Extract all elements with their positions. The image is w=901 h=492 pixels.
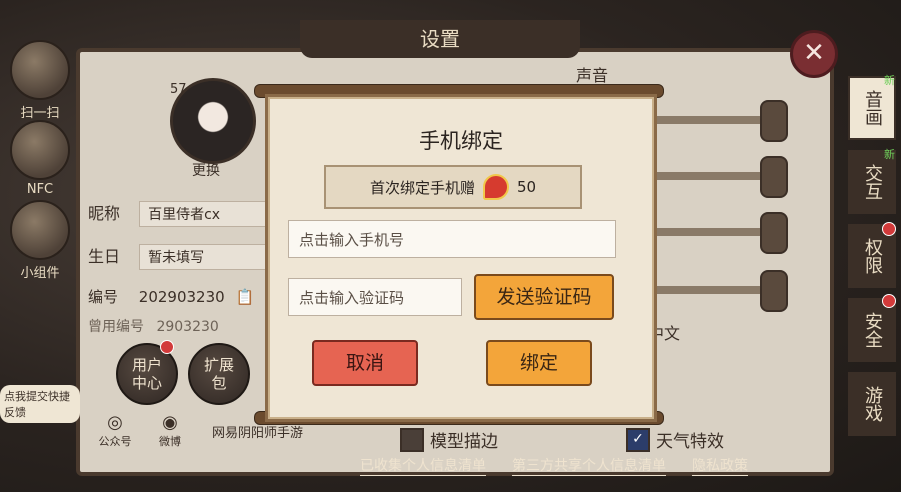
volume-slider-3[interactable] <box>640 228 780 236</box>
wechat-icon: ◎ <box>107 412 123 433</box>
bonus-amount: 50 <box>516 178 537 196</box>
tab-game[interactable]: 游戏 <box>848 372 896 436</box>
new-badge: 新 <box>884 74 895 87</box>
sound-label: 声音 <box>576 66 609 85</box>
birthday-label: 生日 <box>88 247 121 266</box>
code-input[interactable]: 点击输入验证码 <box>288 278 462 316</box>
notification-dot <box>882 222 896 236</box>
cancel-button[interactable]: 取消 <box>312 340 418 386</box>
weather-label: 天气特效 <box>656 432 724 452</box>
volume-slider-4[interactable] <box>640 286 780 294</box>
model-outline-label: 模型描边 <box>430 432 498 452</box>
tab-audio-visual-label: 音画 <box>862 90 883 126</box>
nfc-tool[interactable]: NFC <box>0 120 80 197</box>
third-party-link[interactable]: 第三方共享个人信息清单 <box>512 455 666 476</box>
old-id-row: 曾用编号 2903230 <box>88 316 219 336</box>
bind-button[interactable]: 绑定 <box>486 340 592 386</box>
volume-knob-4[interactable] <box>760 270 788 312</box>
nickname-label: 昵称 <box>88 204 121 223</box>
notification-dot <box>160 340 174 354</box>
widget-label: 小组件 <box>20 266 60 281</box>
bonus-banner: 首次绑定手机赠 50 <box>324 165 582 209</box>
nickname-value[interactable]: 百里侍者cx <box>139 201 268 227</box>
scan-tool[interactable]: 扫一扫 <box>0 40 80 121</box>
volume-slider-2[interactable] <box>640 172 780 180</box>
collected-info-link[interactable]: 已收集个人信息清单 <box>360 455 486 476</box>
privacy-link[interactable]: 隐私政策 <box>692 455 748 476</box>
notification-dot <box>882 294 896 308</box>
nfc-icon <box>10 120 70 180</box>
avatar-level: 57 <box>170 82 187 97</box>
nfc-label: NFC <box>26 182 54 197</box>
close-icon: ✕ <box>803 38 825 68</box>
id-label: 编号 <box>88 288 119 306</box>
tab-game-label: 游戏 <box>862 386 883 422</box>
phone-bind-dialog: 手机绑定 首次绑定手机赠 50 点击输入手机号 点击输入验证码 发送验证码 取消… <box>265 94 657 422</box>
tab-interaction-label: 交互 <box>862 164 883 200</box>
widget-tool[interactable]: 小组件 <box>0 200 80 281</box>
close-button[interactable]: ✕ <box>790 30 838 78</box>
volume-slider-1[interactable] <box>640 116 780 124</box>
model-outline-checkbox[interactable] <box>400 427 424 452</box>
id-row: 编号 202903230 📋 <box>88 286 254 307</box>
volume-knob-3[interactable] <box>760 212 788 254</box>
old-id-label: 曾用编号 <box>88 319 144 335</box>
tab-security-label: 安全 <box>862 312 883 348</box>
weather-checkbox[interactable]: ✓ <box>626 427 650 452</box>
birthday-row: 生日 暂未填写 <box>88 243 268 270</box>
nickname-row: 昵称 百里侍者cx <box>88 200 268 227</box>
avatar-change-button[interactable]: 更换 <box>192 160 220 180</box>
send-code-button[interactable]: 发送验证码 <box>474 274 614 320</box>
volume-knob-1[interactable] <box>760 100 788 142</box>
expansion-button[interactable]: 扩展 包 <box>188 343 250 405</box>
koi-icon <box>482 174 509 200</box>
phone-input[interactable]: 点击输入手机号 <box>288 220 616 258</box>
copy-icon[interactable]: 📋 <box>235 288 254 306</box>
weibo-label: 微博 <box>159 435 181 448</box>
wechat-label: 公众号 <box>98 435 132 448</box>
bonus-text: 首次绑定手机赠 <box>369 178 475 197</box>
scan-icon <box>10 40 70 100</box>
weibo-icon: ◉ <box>162 412 178 433</box>
weather-option[interactable]: ✓ 天气特效 <box>626 427 724 452</box>
widget-icon <box>10 200 70 260</box>
model-outline-option[interactable]: 模型描边 <box>400 427 498 452</box>
dialog-title: 手机绑定 <box>419 129 503 153</box>
volume-knob-2[interactable] <box>760 156 788 198</box>
id-value: 202903230 <box>138 288 225 306</box>
scan-label: 扫一扫 <box>20 106 60 121</box>
old-id-value: 2903230 <box>156 319 219 335</box>
new-badge: 新 <box>884 148 895 161</box>
weibo-link[interactable]: ◉ 微博 <box>145 412 195 449</box>
expansion-label: 扩展 包 <box>203 356 234 392</box>
birthday-value[interactable]: 暂未填写 <box>139 244 268 270</box>
feedback-bubble[interactable]: 点我提交快捷反馈 <box>0 385 80 423</box>
tab-permissions-label: 权限 <box>862 238 883 274</box>
wechat-link[interactable]: ◎ 公众号 <box>90 412 140 449</box>
user-center-label: 用户 中心 <box>131 356 162 392</box>
bottom-links: 已收集个人信息清单 第三方共享个人信息清单 隐私政策 <box>360 455 748 476</box>
page-title: 设置 <box>300 20 580 58</box>
